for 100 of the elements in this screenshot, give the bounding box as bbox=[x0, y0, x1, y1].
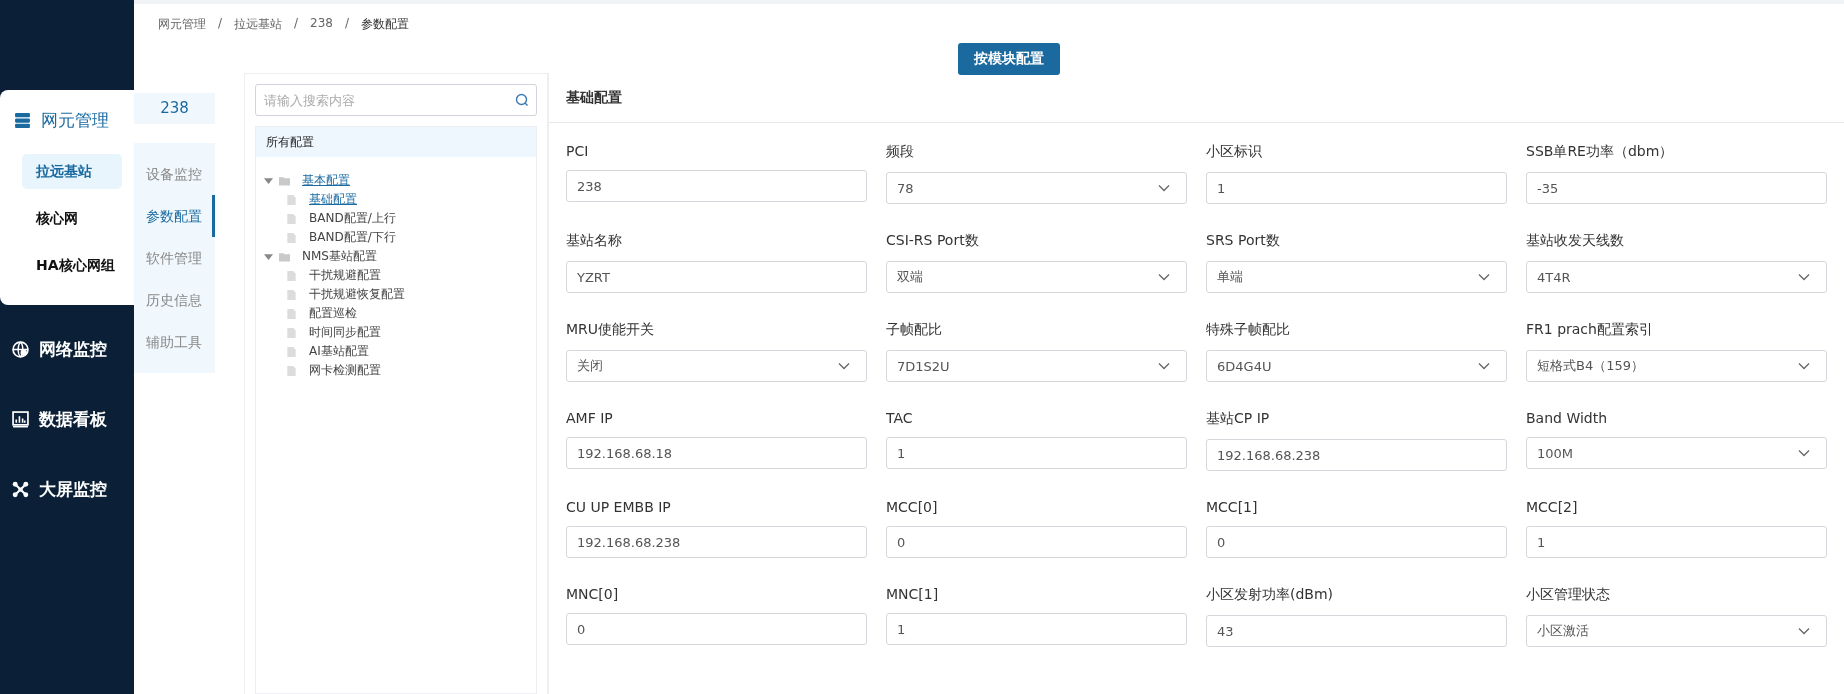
select-field[interactable]: 双端 bbox=[886, 261, 1187, 293]
menu-item[interactable]: 大屏监控 bbox=[0, 463, 134, 515]
field-label: MCC[0] bbox=[886, 499, 939, 515]
menu-item[interactable]: 网元管理 bbox=[2, 94, 134, 146]
file-icon bbox=[286, 346, 297, 357]
input-field[interactable]: YZRT bbox=[566, 261, 867, 293]
subnav-item[interactable]: 参数配置 bbox=[134, 195, 215, 237]
tree-item[interactable]: 基础配置 bbox=[309, 191, 357, 208]
menu-item[interactable]: 网络监控 bbox=[0, 323, 134, 375]
input-field[interactable]: 43 bbox=[1206, 615, 1507, 647]
chevron-down-icon bbox=[1798, 449, 1810, 457]
field-label: MNC[1] bbox=[886, 586, 940, 602]
breadcrumb-separator: / bbox=[218, 16, 223, 32]
field-label: MCC[1] bbox=[1206, 499, 1259, 515]
field-label: 特殊子帧配比 bbox=[1206, 321, 1291, 339]
input-field[interactable]: 0 bbox=[886, 526, 1187, 558]
select-field[interactable]: 4T4R bbox=[1526, 261, 1827, 293]
tree-header: 所有配置 bbox=[256, 127, 536, 157]
select-field[interactable]: 6D4G4U bbox=[1206, 350, 1507, 382]
field-label: MCC[2] bbox=[1526, 499, 1579, 515]
chevron-down-icon bbox=[1158, 362, 1170, 370]
search-field[interactable]: 请输入搜索内容 bbox=[255, 84, 537, 116]
file-icon bbox=[286, 327, 297, 338]
breadcrumb-item[interactable]: 网元管理 bbox=[158, 16, 206, 33]
tree-folder[interactable]: 基本配置 bbox=[302, 172, 350, 189]
field-label: 基站收发天线数 bbox=[1526, 232, 1625, 250]
field-label: SRS Port数 bbox=[1206, 232, 1281, 250]
tree-item[interactable]: BAND配置/下行 bbox=[309, 229, 396, 246]
input-field[interactable]: 1 bbox=[1526, 526, 1827, 558]
file-icon bbox=[286, 232, 297, 243]
field-label: 基站CP IP bbox=[1206, 410, 1271, 428]
select-field[interactable]: 7D1S2U bbox=[886, 350, 1187, 382]
input-field[interactable]: -35 bbox=[1526, 172, 1827, 204]
input-field[interactable]: 238 bbox=[566, 170, 867, 202]
file-icon bbox=[286, 270, 297, 281]
search-icon bbox=[515, 93, 529, 107]
select-field[interactable]: 78 bbox=[886, 172, 1187, 204]
input-field[interactable]: 1 bbox=[886, 613, 1187, 645]
breadcrumb-item: 参数配置 bbox=[361, 16, 410, 33]
chevron-down-icon bbox=[1478, 362, 1490, 370]
submenu-item[interactable]: HA核心网组 bbox=[22, 248, 122, 283]
device-title: 238 bbox=[134, 93, 215, 124]
folder-icon bbox=[279, 251, 290, 262]
tree-folder[interactable]: NMS基站配置 bbox=[302, 248, 377, 265]
tree-item[interactable]: 干扰规避配置 bbox=[309, 267, 381, 284]
input-field[interactable]: 1 bbox=[886, 437, 1187, 469]
file-icon bbox=[286, 213, 297, 224]
field-label: 小区标识 bbox=[1206, 143, 1263, 161]
server-icon bbox=[14, 111, 31, 129]
chevron-down-icon bbox=[1478, 273, 1490, 281]
tree-item[interactable]: 网卡检测配置 bbox=[309, 362, 381, 379]
field-label: FR1 prach配置索引 bbox=[1526, 321, 1654, 339]
input-field[interactable]: 0 bbox=[1206, 526, 1507, 558]
menu-item[interactable]: 数据看板 bbox=[0, 393, 134, 445]
input-field[interactable]: 0 bbox=[566, 613, 867, 645]
submenu-item[interactable]: 拉远基站 bbox=[22, 154, 122, 189]
field-label: 基站名称 bbox=[566, 232, 623, 250]
submenu-item[interactable]: 核心网 bbox=[22, 201, 122, 236]
caret-icon[interactable] bbox=[264, 252, 273, 261]
bar-chart-icon bbox=[12, 410, 29, 428]
tree-item[interactable]: AI基站配置 bbox=[309, 343, 369, 360]
folder-icon bbox=[279, 175, 290, 186]
globe-icon bbox=[12, 340, 29, 358]
field-label: Band Width bbox=[1526, 410, 1609, 426]
input-field[interactable]: 192.168.68.238 bbox=[1206, 439, 1507, 471]
chevron-down-icon bbox=[838, 362, 850, 370]
network-nodes-icon bbox=[12, 480, 29, 498]
subnav-item[interactable]: 辅助工具 bbox=[134, 321, 215, 363]
input-field[interactable]: 1 bbox=[1206, 172, 1507, 204]
field-label: 频段 bbox=[886, 143, 915, 161]
field-label: CU UP EMBB IP bbox=[566, 499, 672, 515]
tree-item[interactable]: 时间同步配置 bbox=[309, 324, 381, 341]
breadcrumb-item[interactable]: 拉远基站 bbox=[234, 16, 283, 33]
field-label: PCI bbox=[566, 143, 590, 159]
select-field[interactable]: 100M bbox=[1526, 437, 1827, 469]
file-icon bbox=[286, 289, 297, 300]
form-title: 基础配置 bbox=[549, 73, 1844, 123]
breadcrumb-separator: / bbox=[345, 16, 350, 32]
select-field[interactable]: 小区激活 bbox=[1526, 615, 1827, 647]
chevron-down-icon bbox=[1798, 273, 1810, 281]
select-field[interactable]: 单端 bbox=[1206, 261, 1507, 293]
field-label: 小区管理状态 bbox=[1526, 586, 1611, 604]
caret-icon[interactable] bbox=[264, 176, 273, 185]
module-config-button[interactable]: 按模块配置 bbox=[958, 43, 1060, 75]
breadcrumb-item[interactable]: 238 bbox=[310, 16, 333, 33]
input-field[interactable]: 192.168.68.18 bbox=[566, 437, 867, 469]
tree-item[interactable]: 干扰规避恢复配置 bbox=[309, 286, 405, 303]
input-field[interactable]: 192.168.68.238 bbox=[566, 526, 867, 558]
field-label: AMF IP bbox=[566, 410, 614, 426]
field-label: CSI-RS Port数 bbox=[886, 232, 980, 250]
field-label: MNC[0] bbox=[566, 586, 620, 602]
tree-item[interactable]: 配置巡检 bbox=[309, 305, 357, 322]
select-field[interactable]: 短格式B4（159） bbox=[1526, 350, 1827, 382]
tree-item[interactable]: BAND配置/上行 bbox=[309, 210, 396, 227]
field-label: TAC bbox=[886, 410, 914, 426]
select-field[interactable]: 关闭 bbox=[566, 350, 867, 382]
field-label: 子帧配比 bbox=[886, 321, 943, 339]
field-label: SSB单RE功率（dbm） bbox=[1526, 143, 1675, 161]
file-icon bbox=[286, 308, 297, 319]
breadcrumb-separator: / bbox=[294, 16, 299, 32]
